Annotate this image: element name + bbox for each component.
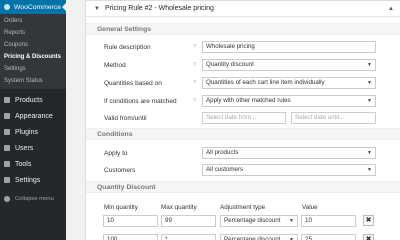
conditions-matched-select[interactable]: Apply with other matched rules	[202, 95, 376, 107]
collapse-icon	[4, 196, 10, 202]
submenu-item-reports[interactable]: Reports	[0, 27, 66, 39]
sidebar-item-label: Appearance	[15, 112, 53, 120]
collapse-menu-button[interactable]: Collapse menu	[0, 192, 66, 206]
row-quantities-based-on: Quantities based on ? Quantities of each…	[86, 76, 400, 91]
apply-to-select[interactable]: All products	[202, 147, 376, 159]
sidebar-item-label: WooCommerce	[14, 3, 62, 11]
help-icon[interactable]: ?	[193, 44, 196, 50]
sidebar-item-label: Settings	[15, 176, 41, 184]
settings-icon	[4, 177, 10, 183]
sidebar-item-label: Tools	[15, 160, 32, 168]
sidebar-item-appearance[interactable]: Appearance	[0, 108, 66, 124]
woocommerce-icon	[4, 4, 10, 10]
row-customers: Customers All customers	[86, 163, 400, 178]
delete-row-button[interactable]: ✖	[363, 234, 374, 240]
section-conditions: Conditions	[86, 128, 400, 140]
users-icon	[4, 145, 10, 151]
submenu-item-orders[interactable]: Orders	[0, 15, 66, 27]
sidebar-item-label: Plugins	[15, 128, 38, 136]
products-icon	[4, 97, 10, 103]
min-quantity-input[interactable]: 100	[103, 234, 158, 240]
column-header-max-quantity: Max quantity	[161, 204, 197, 211]
valid-from-until-label: Valid from/until	[104, 115, 147, 122]
sidebar-item-tools[interactable]: Tools	[0, 156, 66, 172]
panel-title: Pricing Rule #2 - Wholesale pricing	[104, 5, 214, 12]
tools-icon	[4, 161, 10, 167]
appearance-icon	[4, 113, 10, 119]
value-input[interactable]: 10	[301, 215, 356, 227]
toggle-panel-icon[interactable]: ▲	[388, 6, 394, 12]
submenu-item-settings[interactable]: Settings	[0, 63, 66, 75]
column-header-adjustment-type: Adjustment type	[220, 204, 266, 211]
sidebar-item-settings[interactable]: Settings	[0, 172, 66, 188]
plugins-icon	[4, 129, 10, 135]
section-quantity-discount: Quantity Discount	[86, 181, 400, 193]
sidebar-item-label: Products	[15, 96, 43, 104]
method-label: Method	[104, 62, 126, 69]
max-quantity-input[interactable]: *	[161, 234, 216, 240]
expand-caret-icon[interactable]: ▼	[94, 6, 100, 12]
rule-description-label: Rule description	[104, 44, 151, 51]
current-menu-arrow-icon	[62, 3, 66, 11]
row-method: Method ? Quantity discount	[86, 58, 400, 73]
value-input[interactable]: 25	[301, 234, 356, 240]
conditions-matched-label: If conditions are matched	[104, 98, 177, 105]
column-header-min-quantity: Min quantity	[104, 204, 138, 211]
column-header-value: Value	[302, 204, 318, 211]
woocommerce-submenu: Orders Reports Coupons Pricing & Discoun…	[0, 14, 66, 89]
help-icon[interactable]: ?	[193, 80, 196, 86]
help-icon[interactable]: ?	[193, 98, 196, 104]
sidebar-item-label: Users	[15, 144, 34, 152]
section-general-settings: General Settings	[86, 23, 400, 35]
help-icon[interactable]: ?	[193, 62, 196, 68]
admin-sidebar: WooCommerce Orders Reports Coupons Prici…	[0, 0, 66, 240]
valid-from-input[interactable]: Select date from...	[202, 112, 286, 124]
valid-until-input[interactable]: Select date until...	[291, 112, 376, 124]
min-quantity-input[interactable]: 10	[103, 215, 158, 227]
method-select[interactable]: Quantity discount	[202, 59, 376, 71]
customers-label: Customers	[104, 167, 136, 174]
sidebar-item-plugins[interactable]: Plugins	[0, 124, 66, 140]
max-quantity-input[interactable]: 99	[161, 215, 216, 227]
adjustment-type-select[interactable]: Percentage discount	[220, 215, 298, 227]
row-conditions-matched: If conditions are matched ? Apply with o…	[86, 94, 400, 109]
sidebar-item-products[interactable]: Products	[0, 92, 66, 108]
sidebar-item-woocommerce[interactable]: WooCommerce	[0, 0, 66, 14]
row-rule-description: Rule description ? Wholesale pricing	[86, 40, 400, 55]
customers-select[interactable]: All customers	[202, 164, 376, 176]
submenu-item-system-status[interactable]: System Status	[0, 75, 66, 87]
sidebar-item-users[interactable]: Users	[0, 140, 66, 156]
delete-row-button[interactable]: ✖	[363, 215, 374, 226]
adjustment-type-select[interactable]: Percentage discount	[220, 234, 298, 240]
apply-to-label: Apply to	[104, 150, 128, 157]
collapse-menu-label: Collapse menu	[15, 196, 54, 202]
submenu-item-pricing-discounts[interactable]: Pricing & Discounts	[0, 51, 66, 63]
quantities-based-on-label: Quantities based on	[104, 80, 162, 87]
pricing-rule-panel: ▼ Pricing Rule #2 - Wholesale pricing ▲ …	[85, 0, 400, 240]
quantities-based-on-select[interactable]: Quantities of each cart line item indivi…	[202, 77, 376, 89]
row-valid-from-until: Valid from/until Select date from... Sel…	[86, 111, 400, 126]
panel-header[interactable]: ▼ Pricing Rule #2 - Wholesale pricing ▲	[86, 1, 400, 17]
submenu-item-coupons[interactable]: Coupons	[0, 39, 66, 51]
rule-description-input[interactable]: Wholesale pricing	[202, 41, 376, 53]
row-apply-to: Apply to All products	[86, 146, 400, 161]
